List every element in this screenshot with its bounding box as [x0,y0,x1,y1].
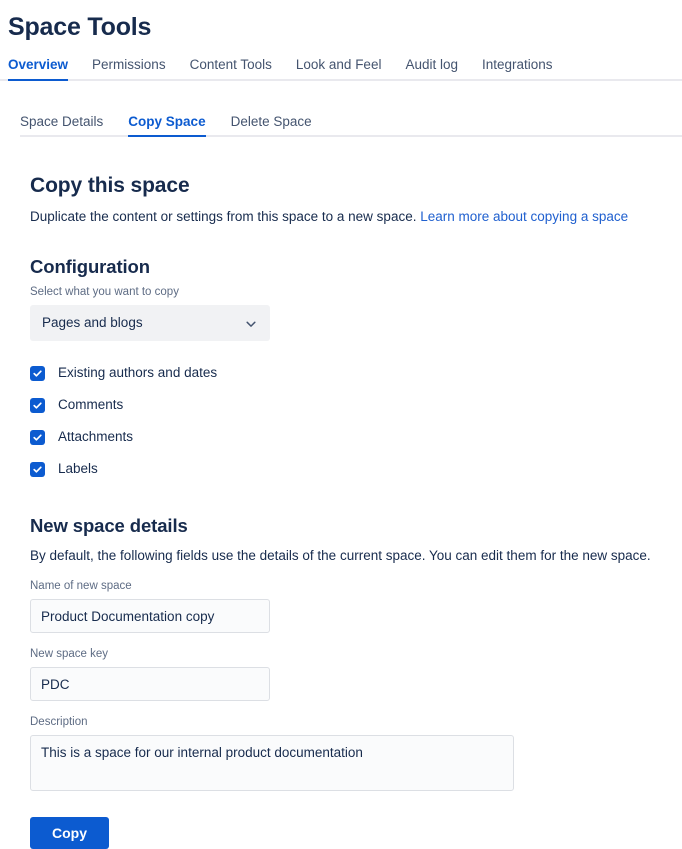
checkbox-label: Existing authors and dates [58,365,218,380]
checkbox-row-labels[interactable]: Labels [30,453,668,485]
tab-permissions[interactable]: Permissions [92,54,180,81]
name-field-label: Name of new space [30,580,132,592]
space-description-textarea[interactable]: This is a space for our internal product… [30,735,514,791]
name-field-block: Name of new space [30,579,668,633]
tab-delete-space[interactable]: Delete Space [231,111,312,137]
checkbox-row-existing-authors[interactable]: Existing authors and dates [30,357,668,389]
copy-button[interactable]: Copy [30,817,109,849]
tab-look-and-feel[interactable]: Look and Feel [296,54,396,81]
tab-copy-space[interactable]: Copy Space [128,111,206,137]
copy-scope-select[interactable]: Pages and blogs [30,305,270,341]
lead-text: Duplicate the content or settings from t… [30,209,421,224]
checkbox-row-attachments[interactable]: Attachments [30,421,668,453]
key-field-label: New space key [30,648,108,660]
space-key-input[interactable] [30,667,270,701]
tab-space-details[interactable]: Space Details [20,111,103,137]
checkbox-row-comments[interactable]: Comments [30,389,668,421]
tab-integrations[interactable]: Integrations [482,54,567,81]
copy-space-heading: Copy this space [30,174,190,197]
primary-tab-bar: Overview Permissions Content Tools Look … [0,44,682,81]
configuration-heading: Configuration [30,256,150,277]
checkbox-label: Attachments [58,429,134,444]
tab-overview[interactable]: Overview [8,54,82,81]
tab-audit-log[interactable]: Audit log [405,54,472,81]
checkbox-checked-icon [30,365,45,381]
description-field-block: Description This is a space for our inte… [30,715,668,791]
key-field-block: New space key [30,647,668,701]
copy-options-list: Existing authors and dates Comments Atta… [30,357,668,485]
page-title: Space Tools [8,13,152,41]
chevron-down-icon [245,317,257,329]
copy-space-lead: Duplicate the content or settings from t… [30,208,668,226]
learn-more-link[interactable]: Learn more about copying a space [420,209,628,224]
description-field-label: Description [30,716,88,728]
checkbox-label: Labels [58,461,98,476]
space-name-input[interactable] [30,599,270,633]
select-label: Select what you want to copy [30,286,179,298]
copy-scope-select-value: Pages and blogs [42,315,143,330]
tab-content-tools[interactable]: Content Tools [190,54,286,81]
checkbox-checked-icon [30,429,45,445]
checkbox-checked-icon [30,461,45,477]
secondary-tab-bar: Space Details Copy Space Delete Space [0,81,682,137]
new-space-details-heading: New space details [30,515,188,536]
main-content: Copy this space Duplicate the content or… [0,173,682,849]
checkbox-label: Comments [58,397,124,412]
checkbox-checked-icon [30,397,45,413]
new-space-details-description: By default, the following fields use the… [30,548,651,563]
